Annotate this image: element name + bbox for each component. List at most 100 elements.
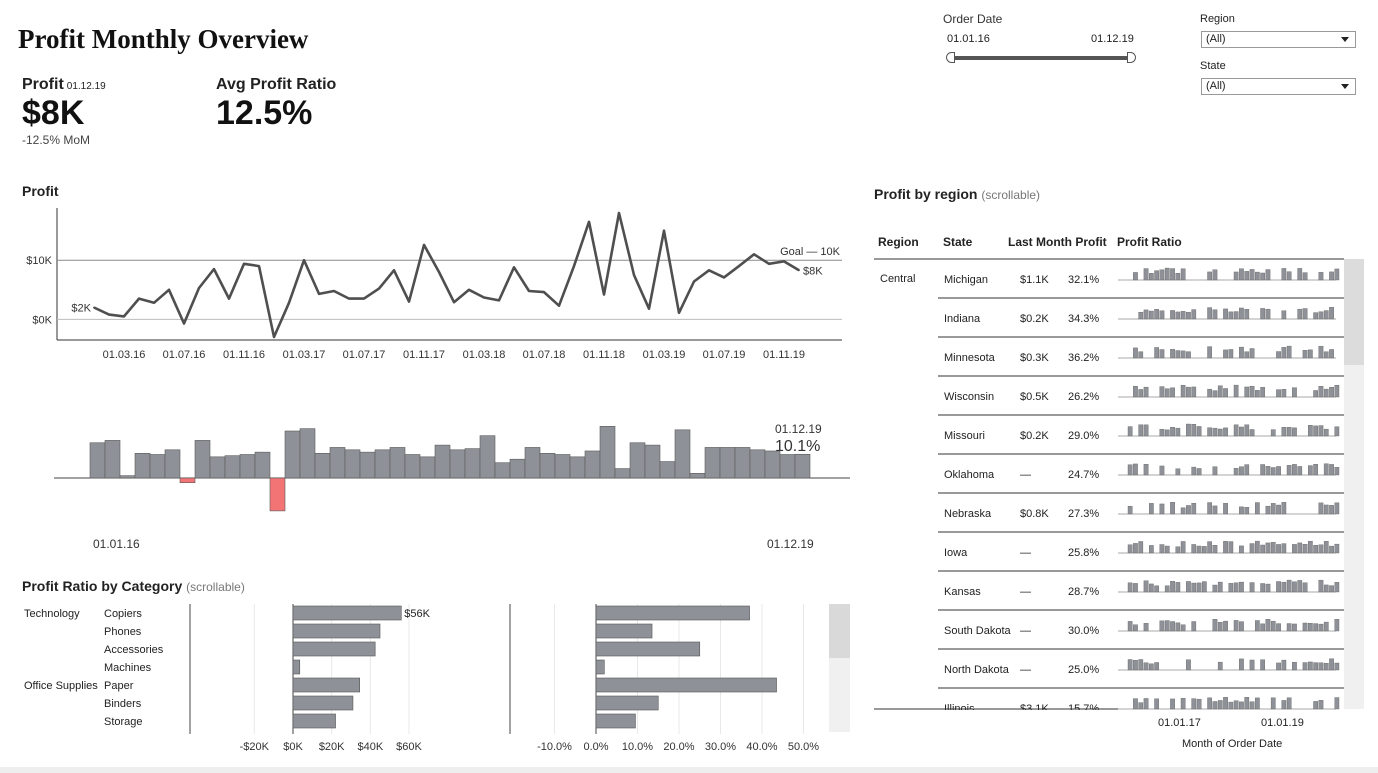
region-name: Central — [880, 273, 915, 285]
sparkline-bar — [1217, 428, 1223, 437]
sparkline-bar — [1180, 507, 1186, 515]
sparkline-bar — [1191, 466, 1197, 476]
sparkline-bar — [1329, 505, 1334, 515]
ratio-bar — [644, 444, 661, 479]
sparkline-bar — [1170, 502, 1175, 515]
ratio-bar — [89, 442, 106, 479]
profit-kpi-date: 01.12.19 — [66, 81, 106, 92]
sparkline-bar — [1249, 269, 1255, 281]
sparkline-bar — [1233, 468, 1239, 476]
sparkline-bar — [1170, 581, 1175, 593]
first-value-label: $2K — [71, 303, 91, 315]
sparkline-bar — [1260, 308, 1266, 320]
sparkline-bar — [1286, 427, 1292, 437]
sparkline-bar — [1233, 384, 1239, 398]
ratio-bar — [749, 449, 766, 479]
sparkline-bar — [1154, 585, 1160, 593]
sparkline-bar — [1138, 389, 1144, 398]
subcategory-label: Accessories — [104, 644, 164, 656]
state-select[interactable]: (All) — [1201, 78, 1356, 95]
sparkline-bar — [1191, 621, 1197, 632]
category-scrollbar-thumb[interactable] — [829, 604, 850, 658]
ratio-category-bar — [595, 659, 605, 675]
region-select[interactable]: (All) — [1201, 31, 1356, 48]
sparkline-bar — [1175, 427, 1181, 437]
last-month-profit: — — [1020, 547, 1031, 559]
profit-point — [648, 307, 650, 310]
sparkline-bar — [1127, 621, 1133, 632]
sparkline-bar — [1175, 622, 1181, 632]
x-tick-label: 01.07.16 — [163, 349, 206, 361]
ratio-bar — [509, 458, 526, 479]
ratio-bar — [254, 451, 271, 479]
sparkline-bar — [1239, 426, 1244, 437]
sparkline-bar — [1186, 659, 1191, 671]
profit-point — [798, 269, 800, 272]
sparkline-bar — [1329, 464, 1334, 476]
ratio-bar — [149, 454, 166, 479]
sparkline-bar — [1292, 464, 1297, 476]
subcategory-label: Binders — [104, 698, 142, 710]
sparkline-bar — [1149, 503, 1154, 515]
ratio-bar — [794, 453, 811, 479]
sparkline-bar — [1255, 390, 1260, 398]
last-month-profit: $0.3K — [1020, 352, 1049, 364]
sparkline-bar — [1302, 350, 1308, 359]
sparkline-bar — [1286, 623, 1292, 632]
sparkline-bar — [1334, 662, 1340, 671]
sparkline-bar — [1191, 544, 1197, 554]
ratio-bar — [719, 447, 736, 479]
date-range-slider-track[interactable] — [951, 56, 1131, 60]
profit-point — [498, 299, 500, 302]
sparkline-bar — [1239, 545, 1244, 554]
sparkline-bar — [1143, 386, 1149, 398]
sparkline-bar — [1138, 702, 1144, 710]
ratio-tick-label: 50.0% — [788, 741, 819, 753]
profit-line-chart: $10K $0K 01.03.16 01.07.16 01.11.16 01.03.17 0… — [26, 208, 842, 361]
ratio-bar — [104, 440, 121, 479]
profit-point — [723, 276, 725, 279]
category-title-text: Profit Ratio by Category — [22, 578, 183, 594]
state-profit-ratio: 34.3% — [1068, 313, 1099, 325]
sparkline-bar — [1127, 506, 1133, 515]
sparkline-bar — [1302, 662, 1308, 671]
sparkline-bar — [1223, 697, 1228, 710]
region-scrollbar[interactable] — [1344, 259, 1364, 709]
sparkline-bar — [1159, 544, 1165, 554]
ratio-bar — [584, 450, 601, 479]
profit-point — [513, 266, 515, 269]
category-scroll-note: (scrollable) — [186, 580, 245, 594]
profit-point — [483, 296, 485, 299]
date-slider-start-handle[interactable] — [946, 52, 955, 63]
profit-kpi-label: Profit — [22, 76, 64, 93]
sparkline-bar — [1244, 386, 1250, 398]
sparkline-bar — [1138, 659, 1144, 671]
sparkline-bar — [1217, 622, 1223, 632]
sparkline-bar — [1281, 659, 1287, 671]
profit-point — [738, 265, 740, 267]
profit-category-bar — [292, 605, 402, 621]
profit-point — [678, 311, 680, 314]
sparkline-bar — [1196, 468, 1202, 476]
sparkline-bar — [1186, 581, 1191, 593]
sparkline-bar — [1154, 698, 1160, 710]
sparkline-bar — [1228, 349, 1234, 359]
sparkline-bar — [1196, 698, 1202, 710]
date-slider-end-handle[interactable] — [1127, 52, 1136, 63]
sparkline-bar — [1143, 623, 1149, 632]
y-tick-label: $0K — [32, 314, 52, 326]
sparkline-bar — [1159, 503, 1165, 515]
ratio-bar — [359, 451, 376, 479]
sparkline-bar — [1127, 582, 1133, 593]
sparkline-bar — [1239, 346, 1244, 359]
profit-kpi-value: $8K — [22, 94, 85, 132]
region-scrollbar-thumb[interactable] — [1344, 259, 1364, 365]
sparkline-bar — [1329, 349, 1334, 359]
sparkline-bar — [1297, 308, 1303, 320]
sparkline-bar — [1154, 309, 1160, 320]
category-scrollbar[interactable] — [829, 604, 850, 732]
sparkline-bar — [1228, 583, 1234, 593]
sparkline-bar — [1334, 619, 1340, 632]
sparkline-bar — [1233, 582, 1239, 593]
sparkline-bar — [1175, 546, 1181, 554]
